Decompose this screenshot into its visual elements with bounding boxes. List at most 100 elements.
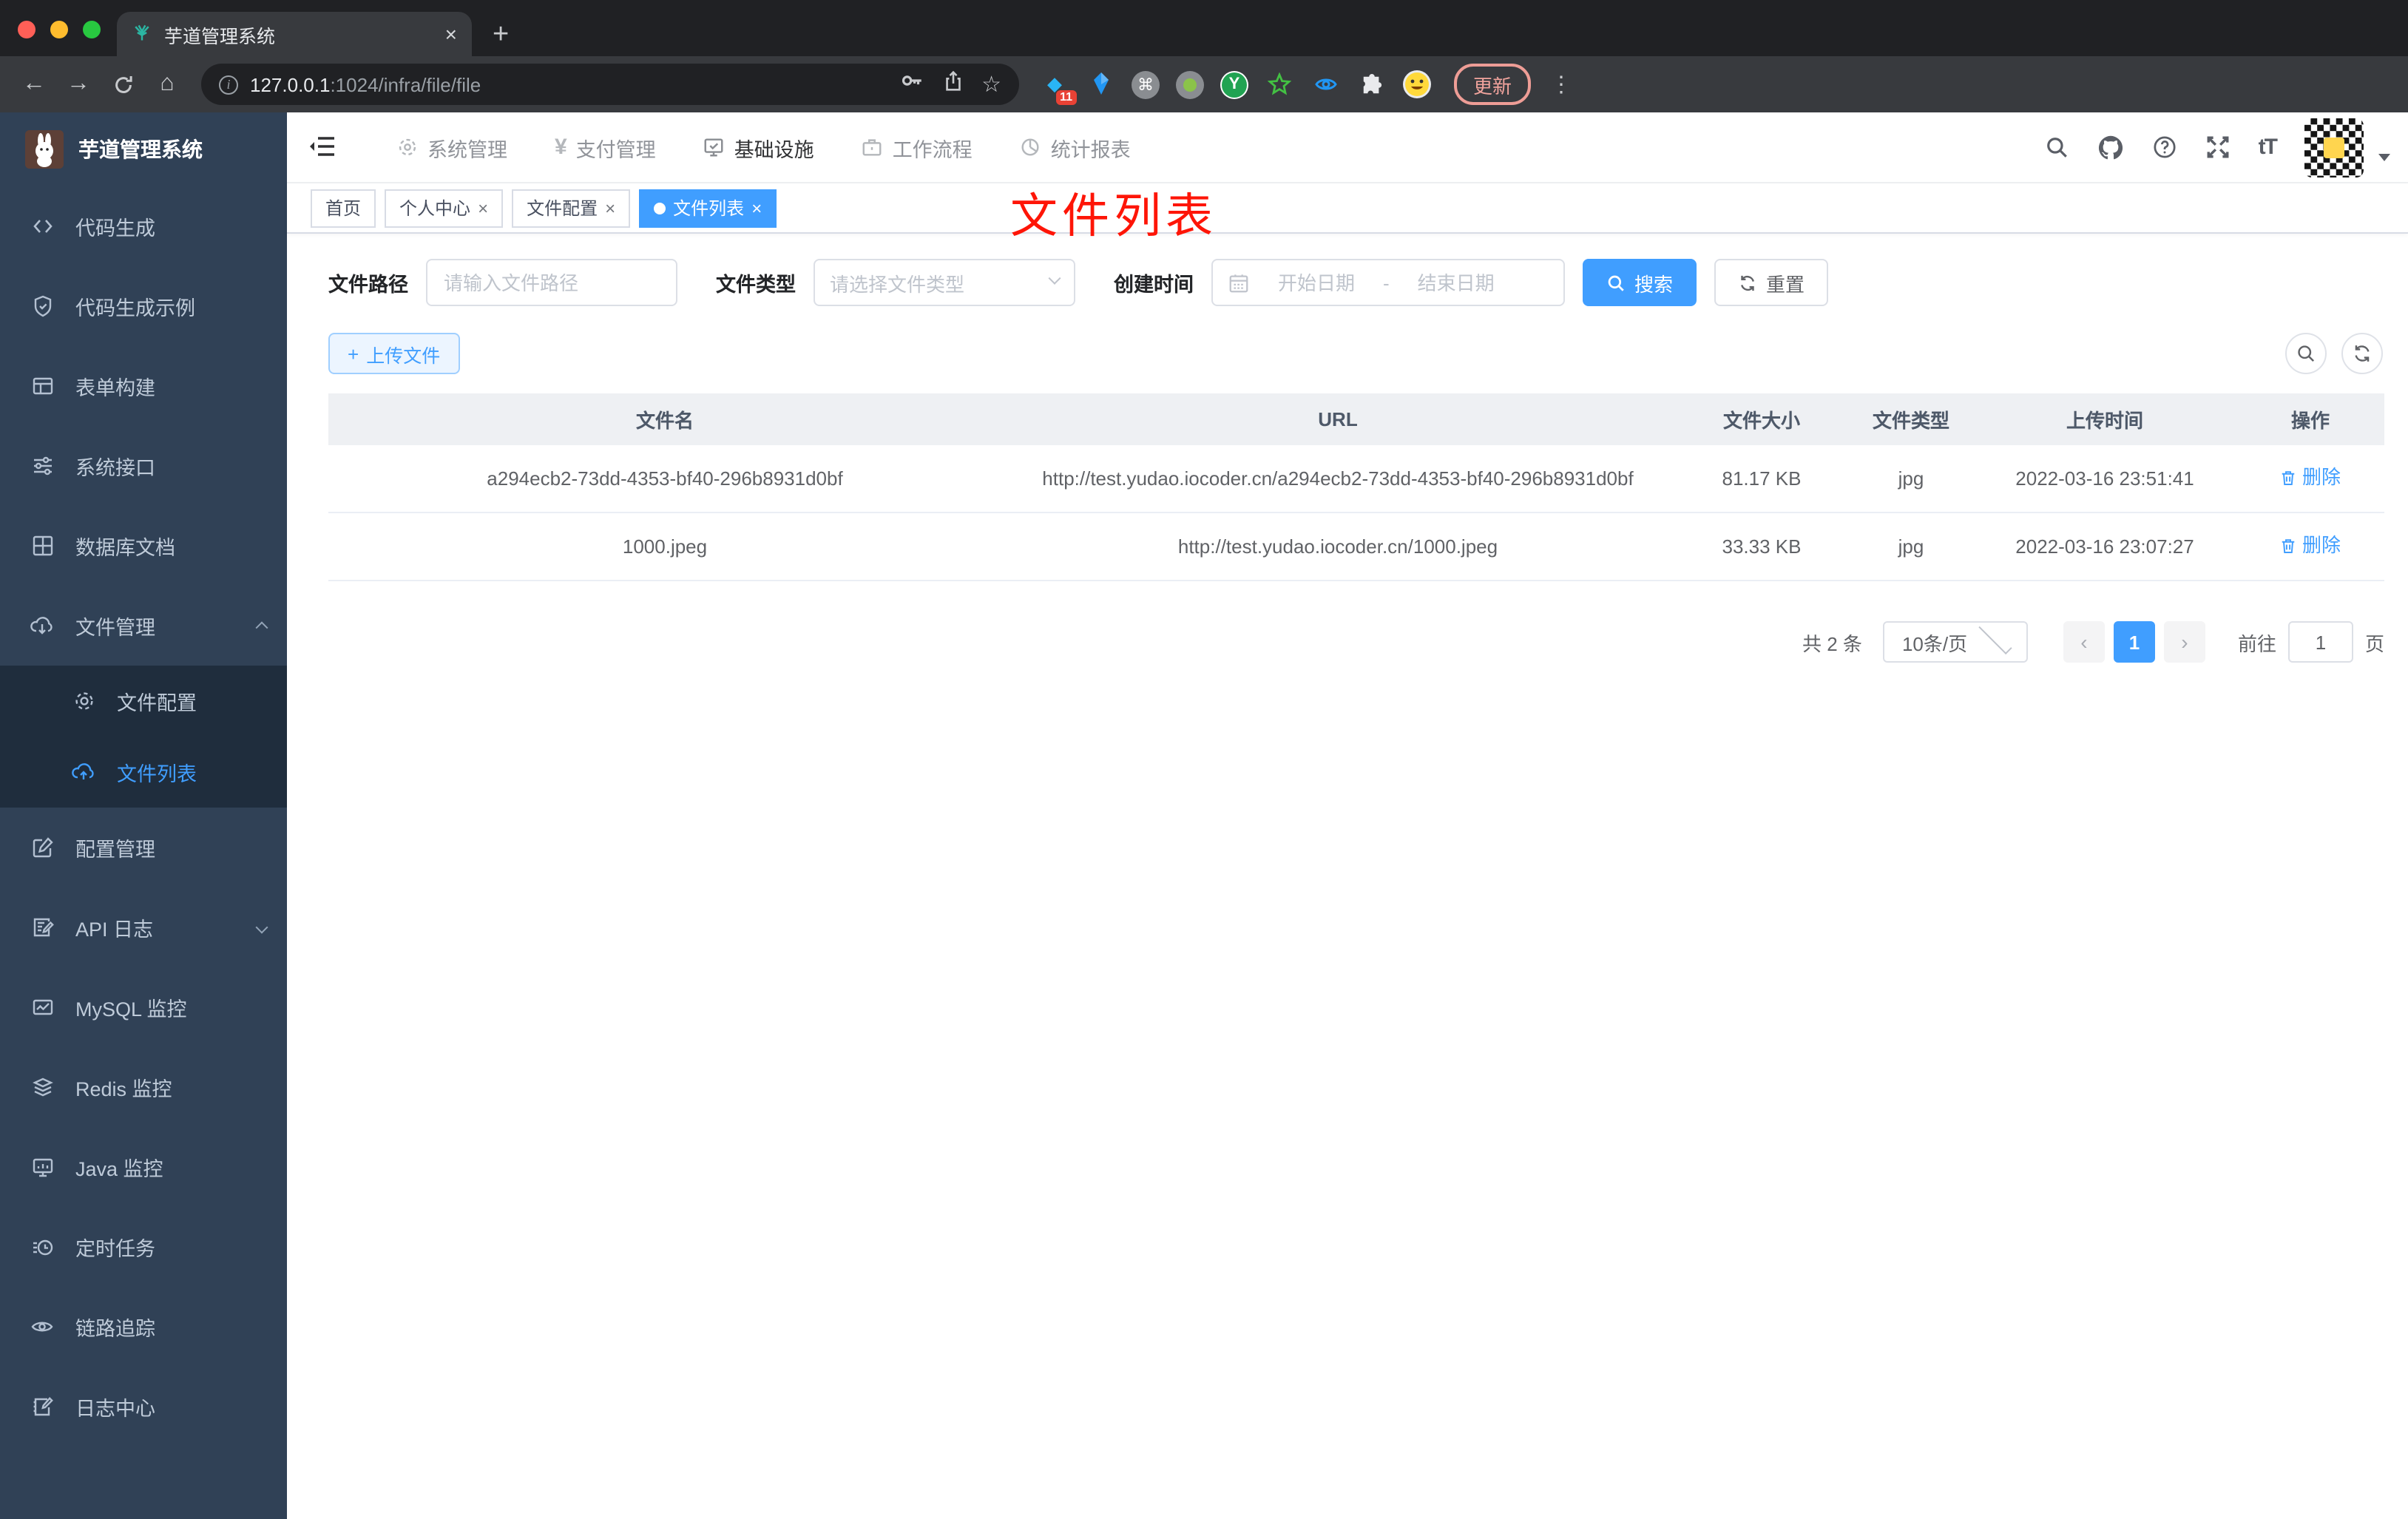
start-date-input[interactable] xyxy=(1259,271,1374,294)
sidebar-item-config-manage[interactable]: 配置管理 xyxy=(0,808,287,887)
sidebar-item-java[interactable]: Java 监控 xyxy=(0,1127,287,1207)
back-icon[interactable]: ← xyxy=(15,65,53,104)
delete-button[interactable]: 删除 xyxy=(2280,461,2341,493)
gear-icon xyxy=(71,689,96,714)
browser-menu-icon[interactable]: ⋮ xyxy=(1550,71,1572,98)
home-icon[interactable]: ⌂ xyxy=(148,65,186,104)
sidebar-submenu-file: 文件配置 文件列表 xyxy=(0,666,287,808)
sidebar-logo[interactable]: 芋道管理系统 xyxy=(0,112,287,186)
fullscreen-icon[interactable] xyxy=(2205,135,2231,160)
sidebar-item-redis[interactable]: Redis 监控 xyxy=(0,1047,287,1127)
sidebar-item-mysql[interactable]: MySQL 监控 xyxy=(0,967,287,1047)
top-menu-workflow[interactable]: 工作流程 xyxy=(844,112,990,183)
close-icon[interactable]: × xyxy=(605,197,615,218)
browser-chrome: 芋道管理系统 × + ← → ⌂ i 127.0.0.1:1024/infra/… xyxy=(0,0,2408,112)
delete-button[interactable]: 删除 xyxy=(2280,530,2341,561)
table-tools xyxy=(2285,333,2384,374)
main-area: 系统管理 ¥ 支付管理 基础设施 工作流程 统计报表 tT 首页 个人中心 × … xyxy=(287,112,2408,1519)
extension-dot-icon[interactable] xyxy=(1176,70,1204,98)
extension-star-icon[interactable] xyxy=(1265,70,1294,99)
profile-avatar-icon[interactable] xyxy=(1402,70,1432,99)
sidebar-item-trace[interactable]: 链路追踪 xyxy=(0,1287,287,1367)
password-key-icon[interactable] xyxy=(899,68,924,101)
share-icon[interactable] xyxy=(941,69,964,100)
app-frame: 芋道管理系统 代码生成 代码生成示例 表单构建 系统接口 数据库文档 文件管理 … xyxy=(0,112,2408,1519)
tag-home[interactable]: 首页 xyxy=(311,189,376,227)
file-type-label: 文件类型 xyxy=(716,274,796,296)
sidebar-item-cron[interactable]: 定时任务 xyxy=(0,1207,287,1287)
extension-diamond-icon[interactable]: ◆ 11 xyxy=(1040,70,1077,105)
sidebar-item-form-builder[interactable]: 表单构建 xyxy=(0,346,287,426)
sidebar-item-code-gen[interactable]: 代码生成 xyxy=(0,186,287,266)
tag-file-config[interactable]: 文件配置 × xyxy=(512,189,631,227)
gear-icon xyxy=(396,136,419,158)
address-bar[interactable]: i 127.0.0.1:1024/infra/file/file ☆ xyxy=(201,64,1019,105)
show-search-icon[interactable] xyxy=(2285,333,2327,374)
page-number-active[interactable]: 1 xyxy=(2113,621,2155,663)
top-menu-report[interactable]: 统计报表 xyxy=(1002,112,1149,183)
sidebar-item-db-doc[interactable]: 数据库文档 xyxy=(0,506,287,586)
window-close-button[interactable] xyxy=(18,21,35,38)
new-tab-button[interactable]: + xyxy=(493,21,509,49)
sidebar-item-log-center[interactable]: 日志中心 xyxy=(0,1367,287,1447)
sidebar-item-file-list[interactable]: 文件列表 xyxy=(0,737,287,808)
tab-close-icon[interactable]: × xyxy=(445,22,457,46)
file-type-select[interactable]: 请选择文件类型 xyxy=(814,259,1075,306)
browser-tab[interactable]: 芋道管理系统 × xyxy=(117,12,472,56)
goto-page-input[interactable] xyxy=(2287,621,2353,663)
sidebar-item-api-log[interactable]: API 日志 xyxy=(0,887,287,967)
reload-icon[interactable] xyxy=(104,65,142,104)
sidebar-item-file-manage[interactable]: 文件管理 xyxy=(0,586,287,666)
note-edit-icon xyxy=(30,1394,55,1419)
top-menu-system[interactable]: 系统管理 xyxy=(379,112,525,183)
prev-page-button[interactable]: ‹ xyxy=(2063,621,2105,663)
extension-eye-icon[interactable] xyxy=(1310,70,1340,99)
cloud-upload-icon xyxy=(71,760,96,785)
file-path-input[interactable] xyxy=(426,259,677,306)
top-menus: 系统管理 ¥ 支付管理 基础设施 工作流程 统计报表 xyxy=(379,112,1149,183)
col-header-time: 上传时间 xyxy=(1973,393,2236,445)
search-button[interactable]: 搜索 xyxy=(1583,259,1697,306)
help-icon[interactable] xyxy=(2152,135,2177,160)
extension-pin-icon[interactable] xyxy=(1086,70,1115,99)
tags-view: 首页 个人中心 × 文件配置 × 文件列表 × 文件列表 xyxy=(287,183,2408,243)
avatar[interactable] xyxy=(2304,118,2364,177)
close-icon[interactable]: × xyxy=(478,197,488,218)
close-icon[interactable]: × xyxy=(751,197,762,218)
search-icon[interactable] xyxy=(2044,135,2069,160)
info-icon[interactable]: i xyxy=(219,75,238,94)
top-menu-pay[interactable]: ¥ 支付管理 xyxy=(537,112,674,183)
omnibox-actions: ☆ xyxy=(899,68,1001,101)
caret-down-icon[interactable] xyxy=(2378,154,2390,161)
file-path-label: 文件路径 xyxy=(328,274,408,296)
font-size-icon[interactable]: tT xyxy=(2259,135,2278,160)
browser-update-button[interactable]: 更新 xyxy=(1454,64,1532,105)
filter-bar: 文件路径 文件类型 请选择文件类型 创建时间 - xyxy=(328,259,2384,306)
reset-button[interactable]: 重置 xyxy=(1714,259,1829,306)
calendar-icon xyxy=(1228,271,1250,294)
tag-profile[interactable]: 个人中心 × xyxy=(385,189,504,227)
cell-size: 81.17 KB xyxy=(1674,445,1849,514)
sidebar-item-file-config[interactable]: 文件配置 xyxy=(0,666,287,737)
extensions-puzzle-icon[interactable] xyxy=(1356,70,1386,99)
top-menu-infra[interactable]: 基础设施 xyxy=(686,112,832,183)
page-size-select[interactable]: 10条/页 xyxy=(1882,621,2028,663)
date-range-picker[interactable]: - xyxy=(1211,259,1565,306)
github-icon[interactable] xyxy=(2097,134,2124,160)
sidebar-item-code-demo[interactable]: 代码生成示例 xyxy=(0,266,287,346)
refresh-icon[interactable] xyxy=(2341,333,2383,374)
extension-y-icon[interactable]: Y xyxy=(1220,70,1248,98)
sidebar-item-system-api[interactable]: 系统接口 xyxy=(0,426,287,506)
tag-file-list[interactable]: 文件列表 × xyxy=(639,189,777,227)
extension-cmd-icon[interactable]: ⌘ xyxy=(1132,70,1160,98)
window-zoom-button[interactable] xyxy=(83,21,101,38)
bookmark-star-icon[interactable]: ☆ xyxy=(981,71,1001,98)
upload-file-button[interactable]: + 上传文件 xyxy=(328,333,460,374)
window-minimize-button[interactable] xyxy=(50,21,68,38)
briefcase-icon xyxy=(862,136,884,158)
next-page-button[interactable]: › xyxy=(2163,621,2205,663)
sidebar-fold-icon[interactable] xyxy=(308,131,340,163)
col-header-type: 文件类型 xyxy=(1849,393,1973,445)
forward-icon[interactable]: → xyxy=(59,65,98,104)
end-date-input[interactable] xyxy=(1398,271,1514,294)
